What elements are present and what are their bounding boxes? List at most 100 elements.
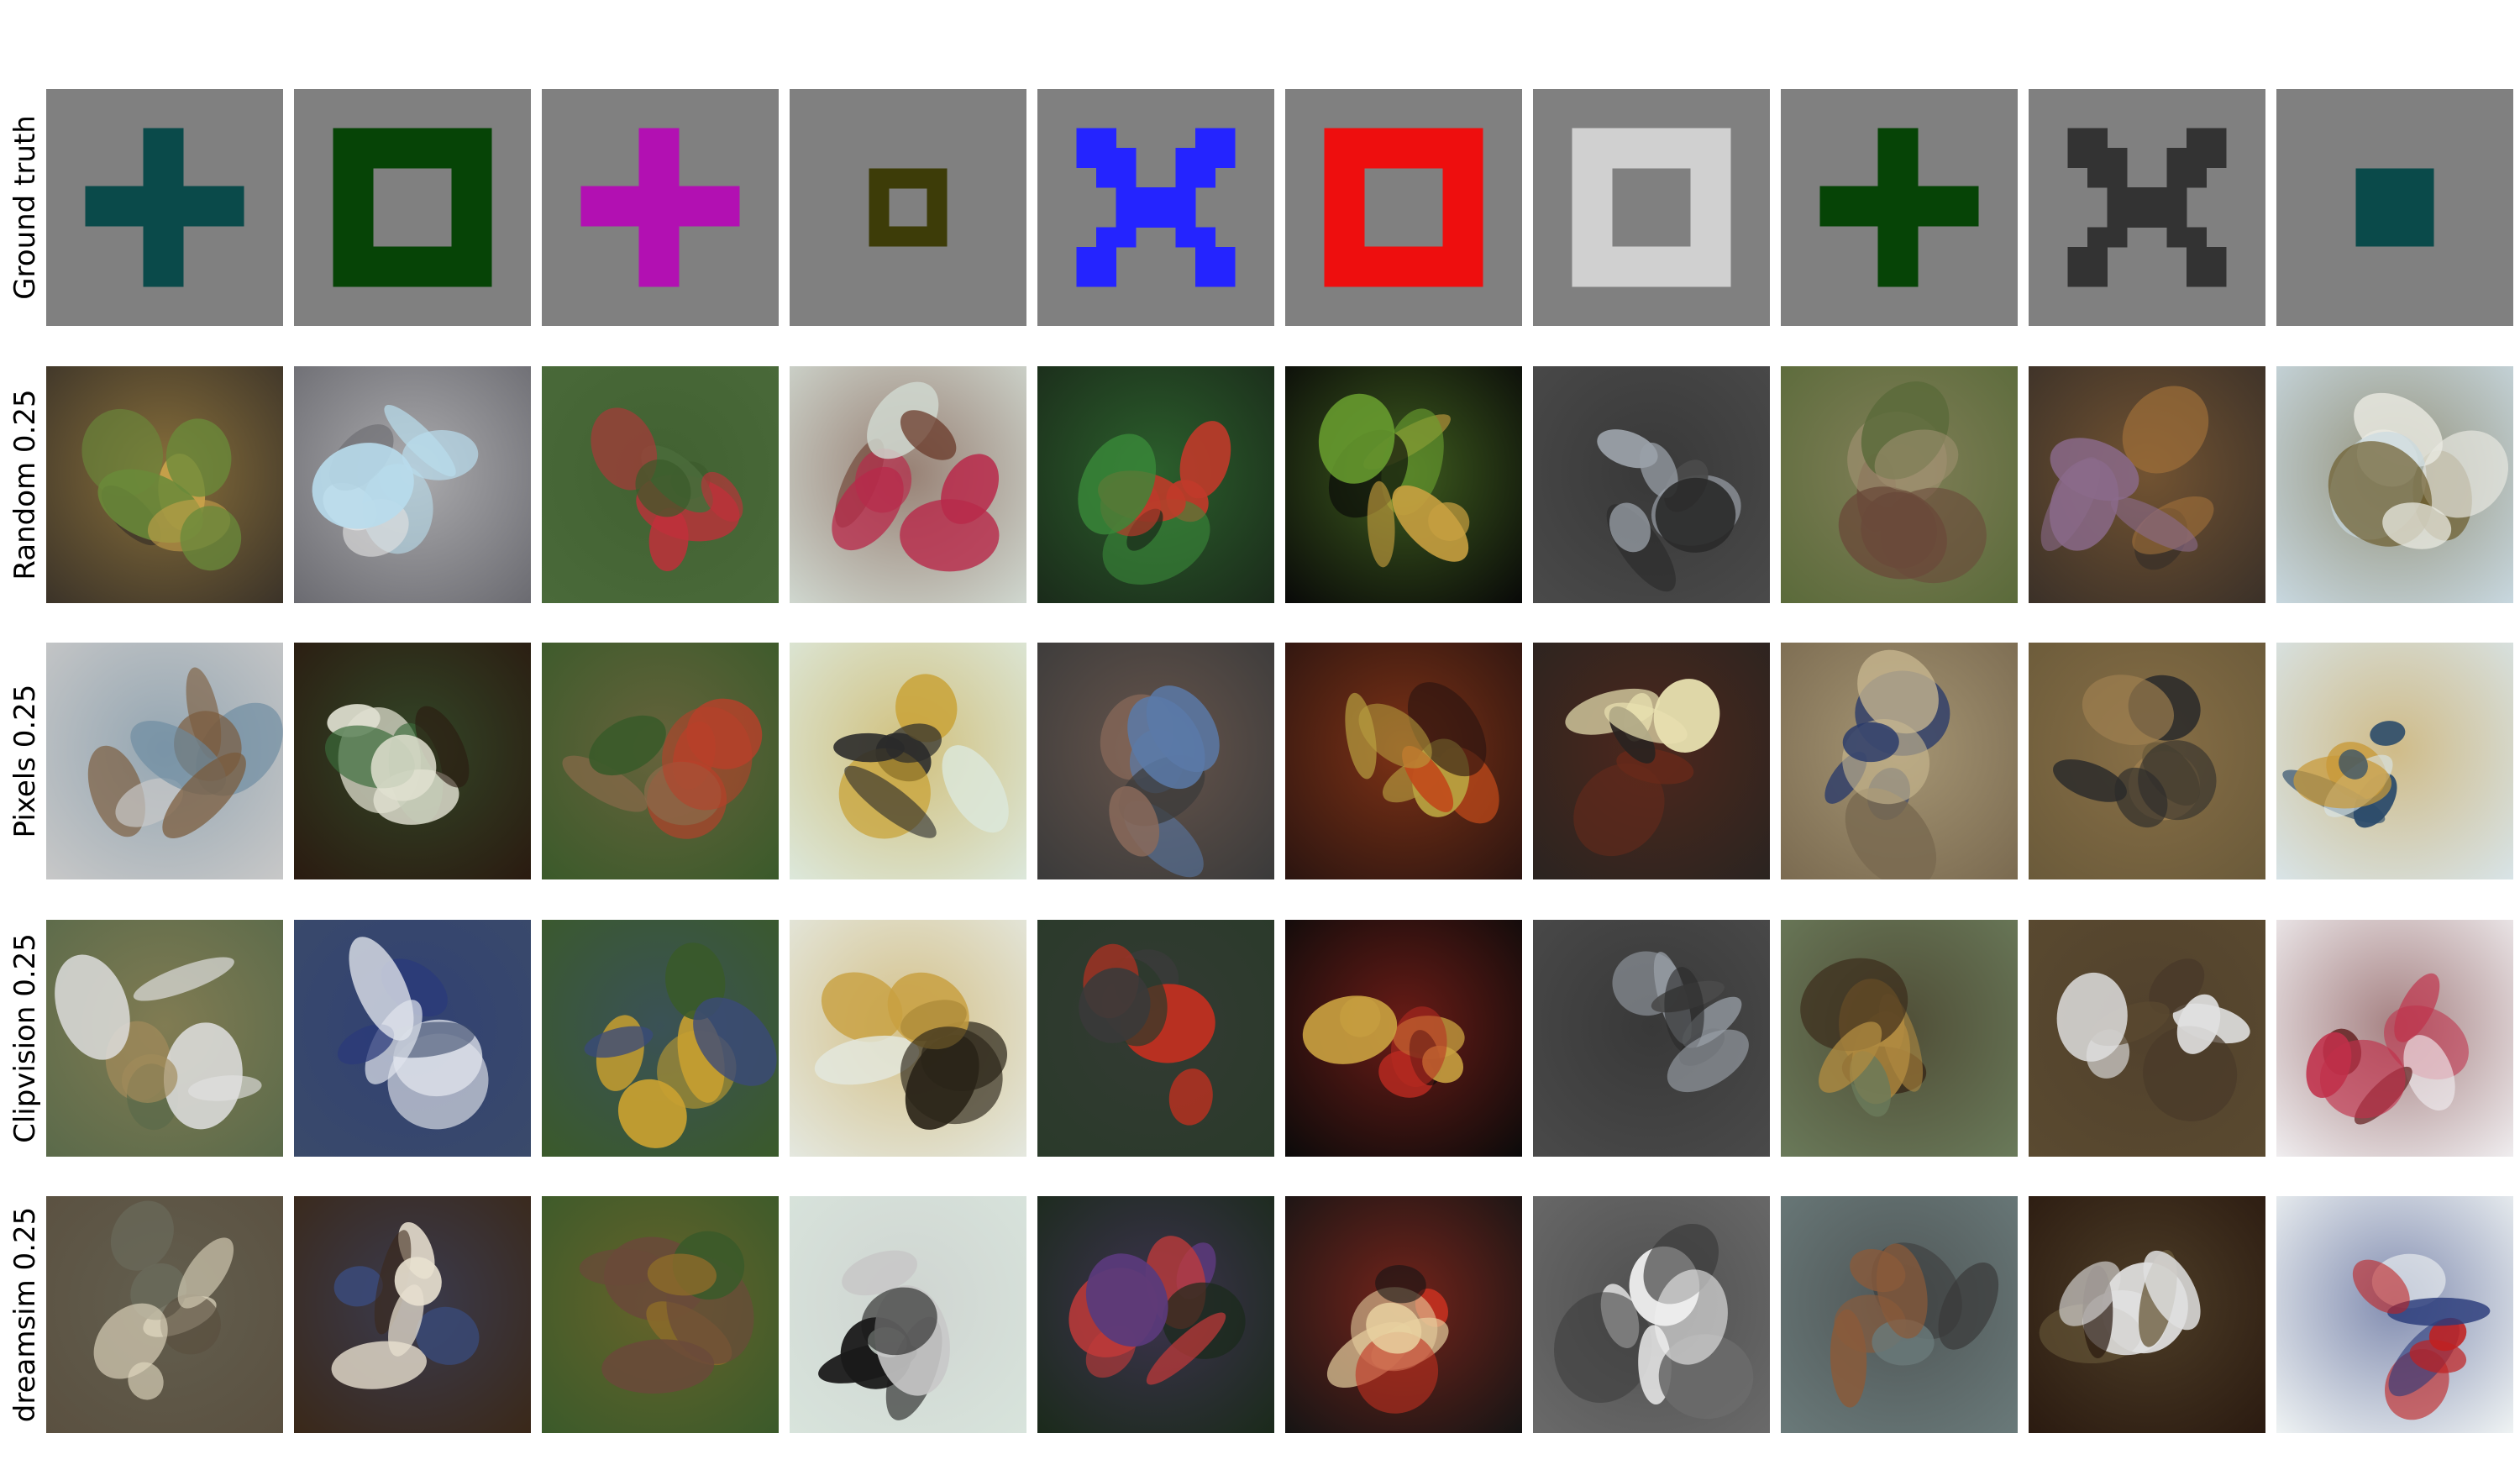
generated-photo	[46, 366, 283, 603]
generated-image-cell	[1781, 920, 2018, 1157]
generated-photo	[1533, 1196, 1770, 1433]
generated-photo	[542, 643, 779, 879]
generated-image-cell	[790, 1196, 1026, 1433]
generated-photo	[790, 643, 1026, 879]
ground-truth-cell	[790, 89, 1026, 326]
x-icon	[2067, 128, 2227, 287]
generated-photo	[1781, 643, 2018, 879]
generated-photo	[1781, 366, 2018, 603]
plus-icon	[85, 128, 244, 287]
generated-image-cell	[1037, 643, 1274, 879]
generated-image-cell	[46, 920, 283, 1157]
generated-image-cell	[2029, 366, 2265, 603]
generated-image-cell	[1037, 366, 1274, 603]
generated-photo	[542, 366, 779, 603]
generated-photo	[2276, 920, 2513, 1157]
generated-photo	[790, 366, 1026, 603]
generated-photo	[294, 643, 531, 879]
generated-photo	[1285, 366, 1522, 603]
ground-truth-cell	[2029, 89, 2265, 326]
generated-image-cell	[790, 920, 1026, 1157]
generated-image-cell	[790, 643, 1026, 879]
generated-photo	[542, 920, 779, 1157]
generated-photo	[1533, 920, 1770, 1157]
generated-photo	[1037, 643, 1274, 879]
generated-image-cell	[46, 643, 283, 879]
generated-photo	[2029, 1196, 2265, 1433]
generated-image-cell	[294, 366, 531, 603]
ground-truth-cell	[2276, 89, 2513, 326]
generated-image-cell	[1037, 1196, 1274, 1433]
generated-image-cell	[46, 1196, 283, 1433]
ground-truth-cell	[1781, 89, 2018, 326]
generated-photo	[790, 920, 1026, 1157]
ground-truth-cell	[294, 89, 531, 326]
generated-image-cell	[2029, 1196, 2265, 1433]
generated-photo	[294, 366, 531, 603]
generated-photo	[2029, 366, 2265, 603]
generated-image-cell	[1781, 1196, 2018, 1433]
generated-photo	[294, 1196, 531, 1433]
generated-photo	[2276, 366, 2513, 603]
generated-image-cell	[2276, 643, 2513, 879]
generated-image-cell	[2029, 643, 2265, 879]
generated-image-cell	[2029, 920, 2265, 1157]
generated-image-cell	[1533, 920, 1770, 1157]
ground-truth-cell	[1533, 89, 1770, 326]
generated-image-cell	[1285, 1196, 1522, 1433]
filled-square-icon	[2355, 168, 2434, 247]
generated-photo	[1781, 920, 2018, 1157]
square-ring-icon	[1572, 128, 1731, 287]
ground-truth-cell	[542, 89, 779, 326]
small-square-ring-icon	[869, 168, 948, 247]
generated-image-cell	[790, 366, 1026, 603]
generated-photo	[1533, 643, 1770, 879]
generated-image-cell	[1533, 366, 1770, 603]
generated-photo	[1037, 920, 1274, 1157]
ground-truth-cell	[46, 89, 283, 326]
generated-image-cell	[1037, 920, 1274, 1157]
generated-photo	[2029, 920, 2265, 1157]
generated-photo	[1285, 920, 1522, 1157]
generated-image-cell	[2276, 1196, 2513, 1433]
generated-image-cell	[1781, 366, 2018, 603]
generated-image-cell	[1285, 920, 1522, 1157]
generated-image-cell	[542, 1196, 779, 1433]
square-ring-icon	[1324, 128, 1483, 287]
generated-photo	[46, 643, 283, 879]
generated-image-cell	[2276, 920, 2513, 1157]
generated-image-cell	[1285, 643, 1522, 879]
generated-image-cell	[542, 366, 779, 603]
generated-image-cell	[1781, 643, 2018, 879]
plus-icon	[580, 128, 740, 287]
generated-image-cell	[1285, 366, 1522, 603]
generated-photo	[790, 1196, 1026, 1433]
ground-truth-cell	[1037, 89, 1274, 326]
generated-image-cell	[294, 643, 531, 879]
generated-photo	[2276, 643, 2513, 879]
generated-image-cell	[294, 920, 531, 1157]
generated-image-cell	[542, 643, 779, 879]
generated-image-cell	[1533, 643, 1770, 879]
generated-photo	[1533, 366, 1770, 603]
generated-image-cell	[1533, 1196, 1770, 1433]
generated-image-cell	[2276, 366, 2513, 603]
generated-image-cell	[542, 920, 779, 1157]
generated-photo	[1781, 1196, 2018, 1433]
x-icon	[1076, 128, 1236, 287]
plus-icon	[1819, 128, 1979, 287]
generated-photo	[1285, 643, 1522, 879]
generated-photo	[46, 920, 283, 1157]
generated-photo	[294, 920, 531, 1157]
generated-photo	[1037, 366, 1274, 603]
square-ring-icon	[333, 128, 492, 287]
generated-image-cell	[46, 366, 283, 603]
generated-photo	[542, 1196, 779, 1433]
generated-photo	[46, 1196, 283, 1433]
generated-photo	[2276, 1196, 2513, 1433]
generated-photo	[1037, 1196, 1274, 1433]
generated-photo	[1285, 1196, 1522, 1433]
generated-photo	[2029, 643, 2265, 879]
ground-truth-cell	[1285, 89, 1522, 326]
generated-image-cell	[294, 1196, 531, 1433]
